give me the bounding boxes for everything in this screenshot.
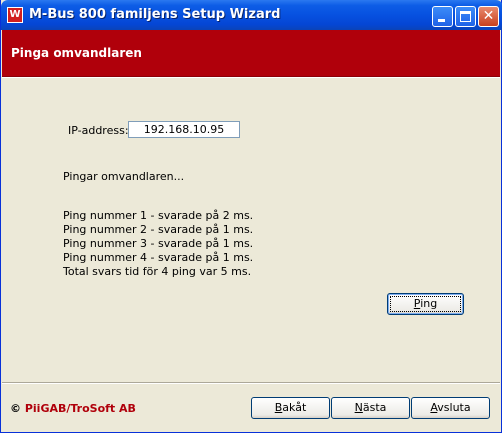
ip-address-label: IP-address:	[68, 124, 129, 137]
ping-result-line: Ping nummer 4 - svarade på 1 ms.	[63, 251, 254, 264]
ping-total-text: Total svars tid för 4 ping var 5 ms.	[63, 265, 252, 278]
wizard-header: Pinga omvandlaren	[2, 30, 500, 76]
ping-button[interactable]: Ping	[387, 293, 464, 315]
next-button-label: ästa	[362, 401, 387, 414]
ping-status-text: Pingar omvandlaren...	[63, 170, 185, 183]
footer-divider	[2, 382, 500, 384]
next-button[interactable]: Nästa	[331, 397, 410, 419]
ping-result-line: Ping nummer 3 - svarade på 1 ms.	[63, 237, 254, 250]
company-name: PiiGAB/TroSoft AB	[24, 402, 136, 415]
minimize-button[interactable]	[432, 6, 453, 27]
copyright-symbol: ©	[10, 402, 21, 415]
exit-button[interactable]: Avsluta	[411, 397, 490, 419]
ping-result-line: Ping nummer 2 - svarade på 1 ms.	[63, 223, 254, 236]
exit-button-label: vsluta	[437, 401, 471, 414]
window-title: M-Bus 800 familjens Setup Wizard	[29, 7, 281, 22]
title-bar[interactable]: W M-Bus 800 familjens Setup Wizard ✕	[1, 0, 502, 30]
minimize-icon	[438, 19, 445, 22]
next-button-mnemonic: N	[354, 401, 363, 414]
maximize-button[interactable]	[455, 6, 476, 27]
ip-address-input[interactable]	[128, 121, 240, 138]
close-icon: ✕	[482, 8, 495, 24]
back-button[interactable]: Bakåt	[251, 397, 330, 419]
page-title: Pinga omvandlaren	[11, 46, 142, 60]
setup-wizard-window: W M-Bus 800 familjens Setup Wizard ✕ Pin…	[0, 0, 502, 433]
copyright-notice: © PiiGAB/TroSoft AB	[10, 402, 136, 415]
header-divider	[2, 76, 500, 78]
maximize-icon	[460, 11, 471, 22]
close-button[interactable]: ✕	[478, 6, 499, 27]
back-button-label: akåt	[282, 401, 307, 414]
app-icon: W	[7, 7, 23, 23]
ping-result-line: Ping nummer 1 - svarade på 2 ms.	[63, 209, 254, 222]
ping-button-label: ing	[420, 297, 438, 310]
